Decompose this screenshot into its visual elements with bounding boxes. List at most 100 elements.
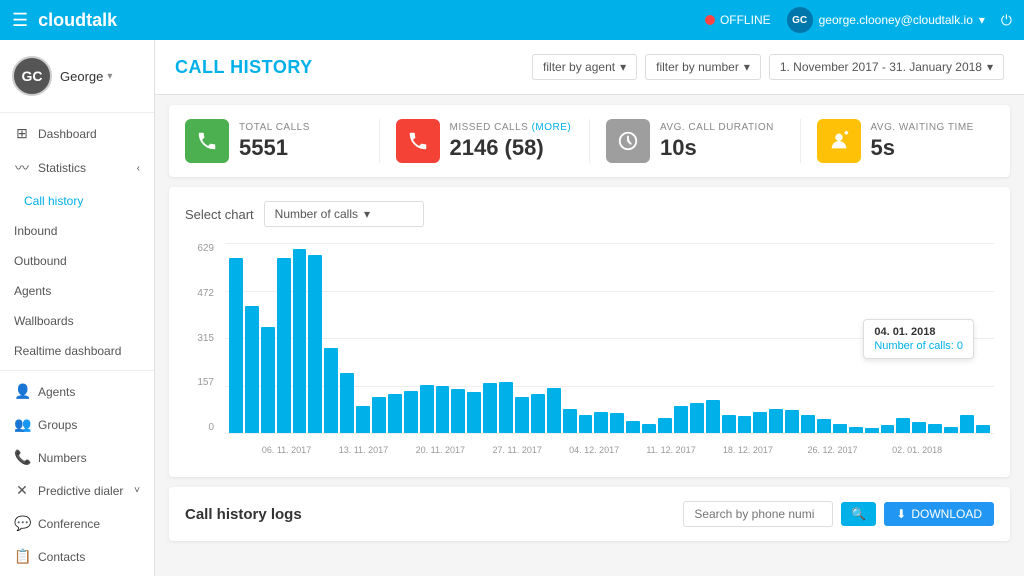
bar[interactable] xyxy=(388,394,402,433)
bar[interactable] xyxy=(976,425,990,433)
stats-row: TOTAL CALLS 5551 MISSED CALLS (MORE) 214… xyxy=(169,105,1010,177)
bar[interactable] xyxy=(261,327,275,433)
bar[interactable] xyxy=(229,258,243,433)
bar[interactable] xyxy=(308,255,322,433)
sidebar-item-label: Groups xyxy=(38,418,77,432)
sidebar-item-wallboards[interactable]: Wallboards xyxy=(0,306,154,336)
chevron-down-icon: ˅ xyxy=(134,485,140,496)
sidebar-item-inbound[interactable]: Inbound xyxy=(0,216,154,246)
x-axis-label: 04. 12. 2017 xyxy=(569,445,619,455)
bar[interactable] xyxy=(722,415,736,433)
bar[interactable] xyxy=(769,409,783,433)
grid-line xyxy=(225,433,994,434)
menu-icon[interactable]: ☰ xyxy=(12,10,28,31)
x-axis-label: 11. 12. 2017 xyxy=(646,445,695,455)
bar[interactable] xyxy=(928,424,942,433)
bar[interactable] xyxy=(753,412,767,433)
bar[interactable] xyxy=(436,386,450,433)
sidebar-item-label: Outbound xyxy=(14,254,67,268)
bar[interactable] xyxy=(324,348,338,433)
status-label: OFFLINE xyxy=(720,13,771,27)
bar[interactable] xyxy=(881,425,895,433)
y-label-315: 315 xyxy=(185,333,220,344)
bar[interactable] xyxy=(594,412,608,433)
bar[interactable] xyxy=(340,373,354,433)
x-axis-label: 02. 01. 2018 xyxy=(892,445,942,455)
bar[interactable] xyxy=(658,418,672,433)
stat-total-calls: TOTAL CALLS 5551 xyxy=(185,119,363,163)
bar[interactable] xyxy=(642,424,656,433)
download-button[interactable]: ⬇ DOWNLOAD xyxy=(884,502,994,526)
bar[interactable] xyxy=(579,415,593,433)
bar[interactable] xyxy=(896,418,910,433)
bar[interactable] xyxy=(738,416,752,433)
bar[interactable] xyxy=(610,413,624,433)
sidebar-item-predictive-dialer[interactable]: ✕ Predictive dialer ˅ xyxy=(0,474,154,507)
bar[interactable] xyxy=(817,419,831,433)
bar[interactable] xyxy=(960,415,974,433)
bar[interactable] xyxy=(293,249,307,433)
sidebar-item-outbound[interactable]: Outbound xyxy=(0,246,154,276)
bar[interactable] xyxy=(483,383,497,433)
sidebar-item-call-history[interactable]: Call history xyxy=(0,186,154,216)
search-input[interactable] xyxy=(683,501,833,527)
sidebar-item-label: Conference xyxy=(38,517,100,531)
bar[interactable] xyxy=(515,397,529,433)
bar[interactable] xyxy=(706,400,720,433)
sidebar-item-agents-sub[interactable]: Agents xyxy=(0,276,154,306)
bar[interactable] xyxy=(245,306,259,433)
user-menu[interactable]: GC george.clooney@cloudtalk.io ▾ xyxy=(787,7,985,33)
more-link[interactable]: (MORE) xyxy=(532,122,572,133)
total-calls-info: TOTAL CALLS 5551 xyxy=(239,122,310,161)
sidebar-item-dashboard[interactable]: ⊞ Dashboard xyxy=(0,117,154,150)
bar[interactable] xyxy=(626,421,640,433)
chart-tooltip: 04. 01. 2018 Number of calls: 0 xyxy=(863,319,974,359)
bar[interactable] xyxy=(785,410,799,433)
power-icon[interactable]: ⏻ xyxy=(1001,12,1012,29)
bar[interactable] xyxy=(277,258,291,433)
bar[interactable] xyxy=(865,428,879,433)
filter-by-number[interactable]: filter by number ▾ xyxy=(645,54,761,80)
chart-type-select[interactable]: Number of calls ▾ xyxy=(264,201,424,227)
x-axis: 06. 11. 201713. 11. 201720. 11. 201727. … xyxy=(225,437,994,463)
layout: GC George ▾ ⊞ Dashboard 〰 Statistics ‹ C… xyxy=(0,40,1024,576)
sidebar-item-agents[interactable]: 👤 Agents xyxy=(0,375,154,408)
sidebar-item-conference[interactable]: 💬 Conference xyxy=(0,507,154,540)
bar[interactable] xyxy=(674,406,688,433)
bar[interactable] xyxy=(849,427,863,433)
chevron-down-icon: ▾ xyxy=(979,13,985,27)
total-calls-icon xyxy=(185,119,229,163)
user-name-dropdown[interactable]: George ▾ xyxy=(60,69,112,84)
search-button[interactable]: 🔍 xyxy=(841,502,876,526)
bar[interactable] xyxy=(547,388,561,433)
sidebar-item-label: Numbers xyxy=(38,451,87,465)
bar[interactable] xyxy=(372,397,386,433)
bar[interactable] xyxy=(944,427,958,433)
sidebar-item-realtime[interactable]: Realtime dashboard xyxy=(0,336,154,366)
bar[interactable] xyxy=(563,409,577,433)
bar[interactable] xyxy=(833,424,847,433)
avg-waiting-info: AVG. WAITING TIME 5s xyxy=(871,122,974,161)
sidebar-item-label: Contacts xyxy=(38,550,85,564)
x-axis-label: 13. 11. 2017 xyxy=(339,445,388,455)
page-header: CALL HISTORY filter by agent ▾ filter by… xyxy=(155,40,1024,95)
chart-select-value: Number of calls xyxy=(275,207,358,221)
sidebar-item-numbers[interactable]: 📞 Numbers xyxy=(0,441,154,474)
bar[interactable] xyxy=(499,382,513,433)
bar[interactable] xyxy=(451,389,465,433)
bar[interactable] xyxy=(467,392,481,433)
date-range-filter[interactable]: 1. November 2017 - 31. January 2018 ▾ xyxy=(769,54,1004,80)
bar[interactable] xyxy=(420,385,434,433)
x-axis-label: 06. 11. 2017 xyxy=(262,445,311,455)
sidebar-item-statistics[interactable]: 〰 Statistics ‹ xyxy=(0,150,154,186)
filter-by-agent[interactable]: filter by agent ▾ xyxy=(532,54,637,80)
sidebar-item-groups[interactable]: 👥 Groups xyxy=(0,408,154,441)
bar[interactable] xyxy=(801,415,815,433)
bar[interactable] xyxy=(690,403,704,433)
bar[interactable] xyxy=(531,394,545,433)
chevron-left-icon: ‹ xyxy=(137,163,140,174)
bar[interactable] xyxy=(912,422,926,433)
sidebar-item-contacts[interactable]: 📋 Contacts xyxy=(0,540,154,573)
bar[interactable] xyxy=(356,406,370,433)
bar[interactable] xyxy=(404,391,418,433)
